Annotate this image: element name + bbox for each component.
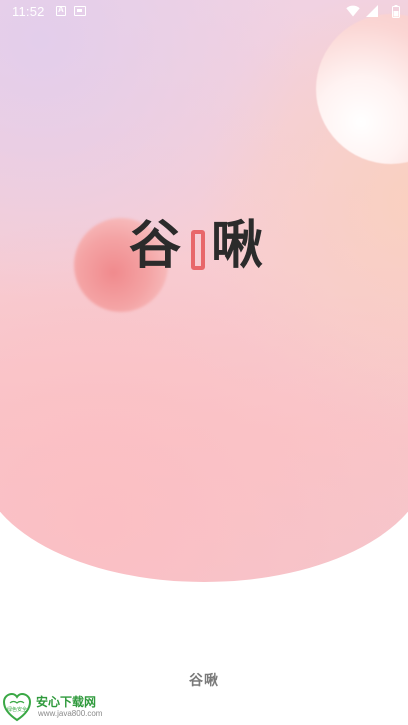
app-logo: 谷 啾: [129, 210, 263, 282]
image-notification-icon: [74, 6, 86, 16]
logo-char-first: 谷: [129, 216, 182, 276]
splash-hero-background: [0, 0, 408, 582]
decorative-orb-top-right: [316, 14, 408, 164]
watermark-title: 安心下载网: [36, 695, 97, 709]
a-notification-icon: [56, 5, 66, 16]
watermark: 绿色安全 安心下载网 www.java800.com: [2, 690, 122, 724]
battery-icon: [392, 5, 400, 18]
logo-char-last: 啾: [211, 216, 264, 276]
signal-icon: [366, 5, 378, 17]
watermark-url: www.java800.com: [38, 709, 103, 718]
app-name-footer: 谷啾: [189, 673, 219, 689]
shield-badge-icon: 绿色安全: [2, 692, 32, 722]
splash-screen: 11:52 谷 啾 谷啾 绿色安全 安心下载网 w: [0, 0, 408, 725]
watermark-badge-text: 绿色安全: [7, 706, 27, 713]
logo-accent-mark: [191, 230, 206, 270]
status-time: 11:52: [12, 4, 45, 19]
wifi-icon: [346, 5, 360, 17]
status-bar: 11:52: [0, 0, 408, 24]
